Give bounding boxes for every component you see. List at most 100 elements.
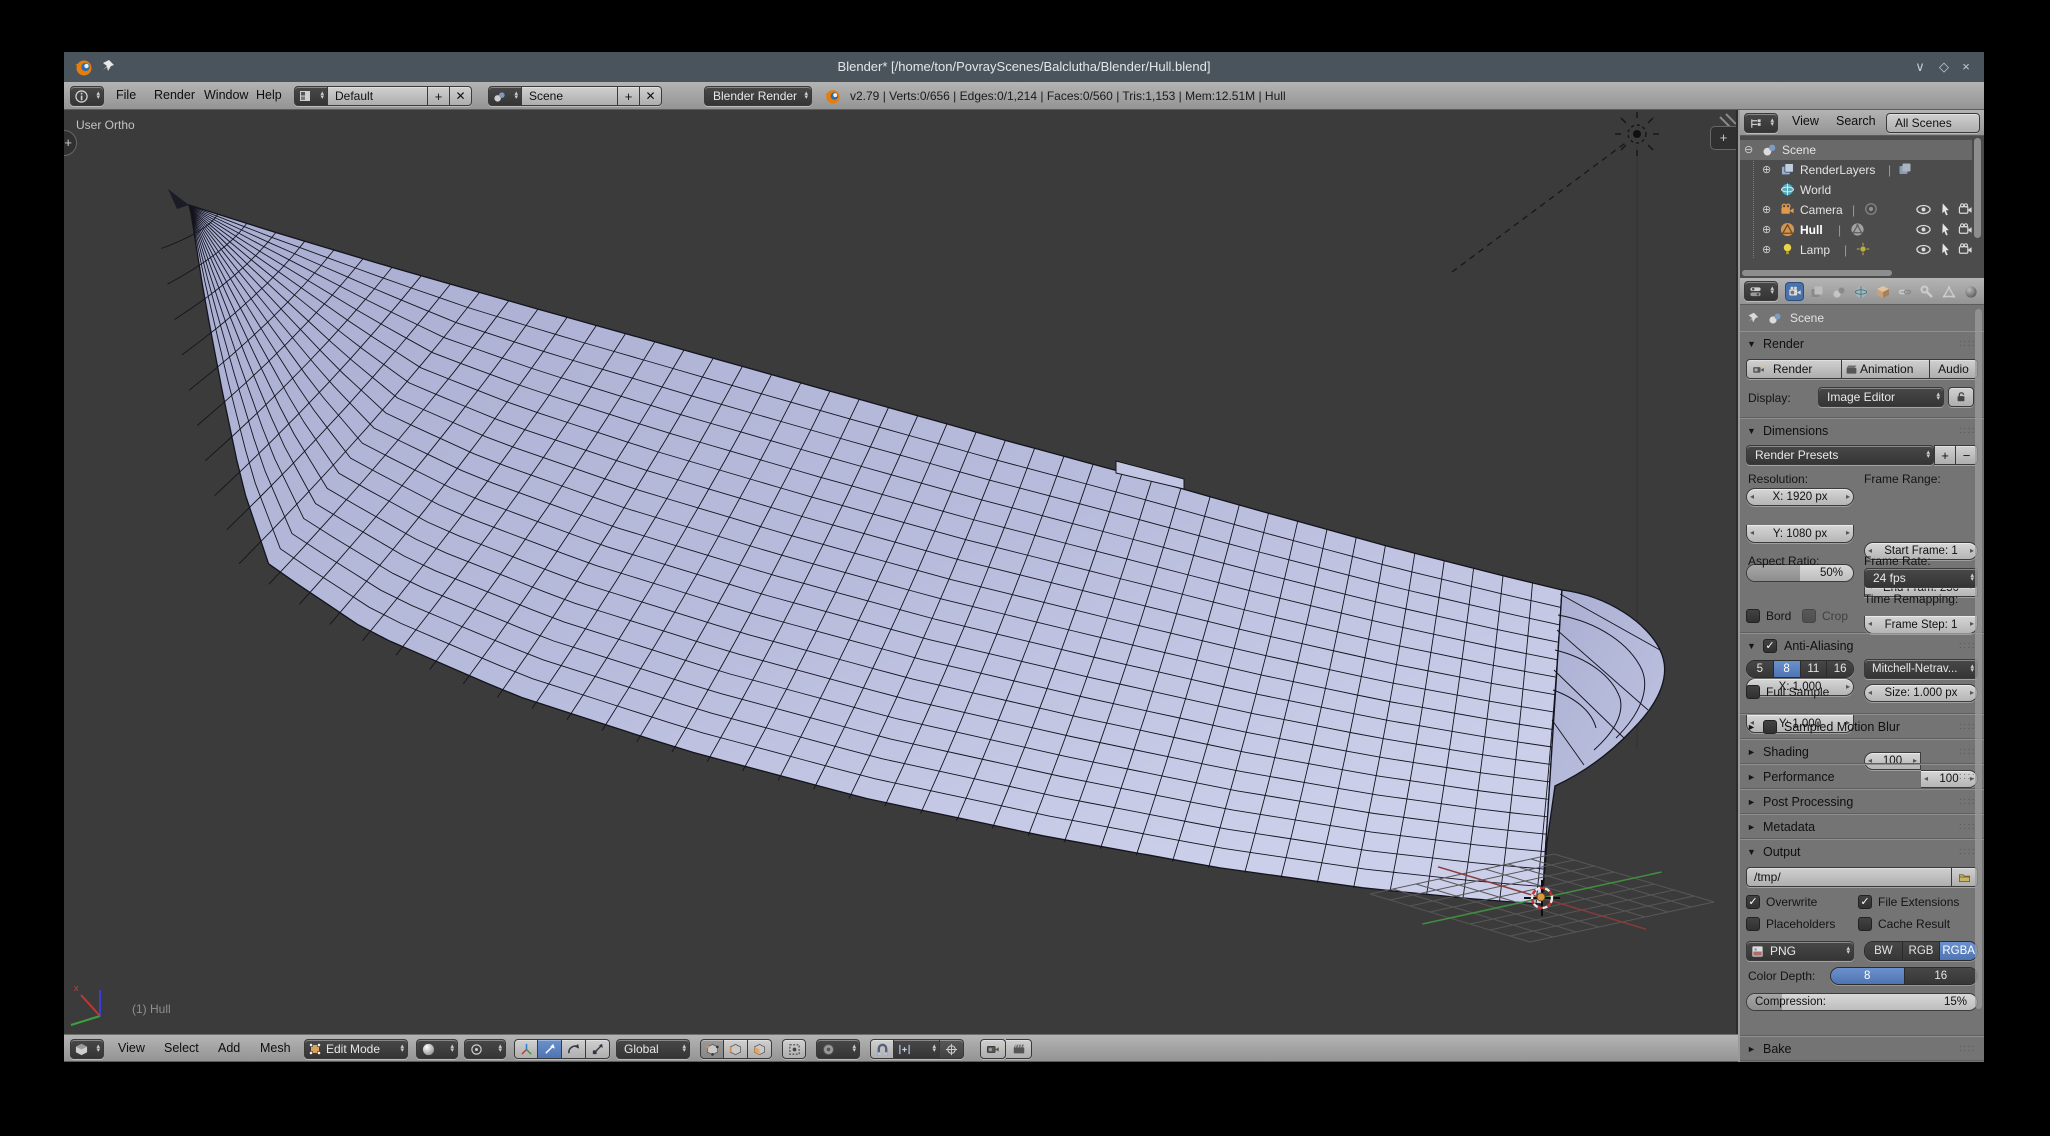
screen-layout-browse[interactable]: ▴▾ — [294, 86, 328, 106]
editor-type-selector[interactable]: ▴▾ — [1744, 281, 1778, 301]
panel-output-header[interactable]: ▼ Output ········ — [1740, 840, 1984, 863]
outliner-menu-search[interactable]: Search — [1832, 109, 1880, 136]
menu-file[interactable]: File — [112, 82, 140, 109]
panel-shading-header[interactable]: ► Shading ········ — [1740, 740, 1984, 763]
aa-size-field[interactable]: ◂Size: 1.000 px▸ — [1864, 684, 1978, 702]
panel-grip-icon[interactable]: ········ — [1959, 748, 1976, 756]
scene-browse[interactable]: ▴▾ — [488, 86, 522, 106]
panel-bake-header[interactable]: ► Bake ········ — [1740, 1037, 1984, 1060]
panel-grip-icon[interactable]: ········ — [1959, 340, 1976, 348]
proportional-edit-select[interactable]: ▴▾ — [816, 1039, 860, 1059]
render-engine-select[interactable]: Blender Render ▴▾ — [704, 86, 812, 106]
aa-filter-select[interactable]: Mitchell-Netrav... ▴▾ — [1864, 659, 1978, 679]
color-depth-8[interactable]: 8 — [1831, 968, 1905, 984]
aa-samples-16[interactable]: 16 — [1827, 661, 1853, 677]
compression-slider[interactable]: Compression: 15% — [1746, 993, 1978, 1011]
tab-constraints[interactable] — [1896, 283, 1913, 300]
expand-icon[interactable]: ⊕ — [1762, 203, 1771, 216]
selectable-icon[interactable] — [1938, 222, 1953, 237]
delete-scene-button[interactable]: ✕ — [640, 86, 662, 106]
maximize-button[interactable]: ◇ — [1932, 52, 1956, 82]
panel-dimensions-header[interactable]: ▼ Dimensions ········ — [1740, 419, 1984, 442]
expand-icon[interactable]: ⊕ — [1762, 243, 1771, 256]
crop-checkbox[interactable]: Crop — [1802, 609, 1848, 623]
render-still-opengl-button[interactable] — [980, 1039, 1006, 1059]
expand-icon[interactable]: ⊕ — [1762, 223, 1771, 236]
delete-layout-button[interactable]: ✕ — [450, 86, 472, 106]
snap-target-button[interactable] — [940, 1039, 964, 1059]
panel-grip-icon[interactable]: ········ — [1959, 798, 1976, 806]
snap-element-select[interactable]: ▴▾ — [894, 1039, 940, 1059]
menu-add[interactable]: Add — [214, 1035, 244, 1062]
outliner-row-camera[interactable]: ⊕ Camera | — [1740, 200, 1972, 220]
outliner-vscrollbar[interactable] — [1974, 138, 1981, 238]
outliner-row-world[interactable]: World — [1740, 180, 1972, 200]
scale-manipulator-button[interactable] — [586, 1039, 610, 1059]
limit-selection-visible-button[interactable] — [782, 1039, 806, 1059]
file-extensions-checkbox[interactable]: ✓ File Extensions — [1858, 895, 1959, 909]
menu-select[interactable]: Select — [160, 1035, 203, 1062]
tab-modifiers[interactable] — [1918, 283, 1935, 300]
vertex-select-button[interactable] — [700, 1039, 724, 1059]
color-depth-16[interactable]: 16 — [1905, 968, 1978, 984]
display-lock-button[interactable] — [1948, 387, 1974, 407]
render-animation-button[interactable]: Animation — [1842, 359, 1930, 379]
menu-window[interactable]: Window — [200, 82, 252, 109]
menu-view[interactable]: View — [114, 1035, 149, 1062]
outliner-row-lamp[interactable]: ⊕ Lamp | — [1740, 240, 1972, 260]
cache-result-checkbox[interactable]: Cache Result — [1858, 917, 1950, 931]
resolution-y-field[interactable]: ◂Y: 1080 px▸ — [1746, 525, 1854, 543]
selectable-icon[interactable] — [1938, 242, 1953, 257]
output-path-field[interactable]: /tmp/ — [1746, 867, 1952, 887]
menu-help[interactable]: Help — [252, 82, 286, 109]
face-select-button[interactable] — [748, 1039, 772, 1059]
border-checkbox[interactable]: Bord — [1746, 609, 1791, 623]
add-preset-button[interactable]: + — [1934, 445, 1956, 465]
outliner-row-scene[interactable]: ⊖ Scene — [1740, 140, 1972, 160]
scene-name-field[interactable]: Scene — [522, 86, 618, 106]
panel-post-processing-header[interactable]: ► Post Processing ········ — [1740, 790, 1984, 813]
expand-icon[interactable]: ⊕ — [1762, 163, 1771, 176]
collapse-icon[interactable]: ⊖ — [1744, 143, 1753, 156]
viewport-shading-select[interactable]: ▴▾ — [416, 1039, 458, 1059]
tab-render-layers[interactable] — [1808, 283, 1825, 300]
render-restrict-icon[interactable] — [1958, 202, 1973, 217]
properties-region-expand-tab[interactable]: + — [1710, 126, 1736, 150]
panel-grip-icon[interactable]: ········ — [1959, 848, 1976, 856]
editor-type-selector[interactable]: ▴▾ — [70, 86, 104, 106]
add-layout-button[interactable]: + — [428, 86, 450, 106]
outliner-filter-select[interactable]: All Scenes — [1886, 113, 1980, 133]
panel-grip-icon[interactable]: ········ — [1959, 427, 1976, 435]
pin-icon[interactable] — [100, 58, 116, 74]
properties-vscrollbar[interactable] — [1975, 309, 1982, 1009]
tab-object-data[interactable] — [1940, 283, 1957, 300]
panel-grip-icon[interactable]: ········ — [1959, 823, 1976, 831]
outliner-row-hull[interactable]: ⊕ Hull | — [1740, 220, 1972, 240]
panel-grip-icon[interactable]: ········ — [1959, 773, 1976, 781]
panel-anti-aliasing-header[interactable]: ▼ ✓ Anti-Aliasing ········ — [1740, 634, 1984, 657]
translate-manipulator-button[interactable] — [538, 1039, 562, 1059]
close-button[interactable]: × — [1954, 52, 1978, 82]
edge-select-button[interactable] — [724, 1039, 748, 1059]
render-restrict-icon[interactable] — [1958, 242, 1973, 257]
viewport-3d[interactable]: x User Ortho (1) Hull + + — [64, 110, 1738, 1034]
selectable-icon[interactable] — [1938, 202, 1953, 217]
render-button[interactable]: Render — [1746, 359, 1842, 379]
tab-scene[interactable] — [1830, 283, 1847, 300]
menu-render[interactable]: Render — [150, 82, 199, 109]
minimize-button[interactable]: ∨ — [1908, 52, 1932, 82]
tab-world[interactable] — [1852, 283, 1869, 300]
frame-step-field[interactable]: ◂Frame Step: 1▸ — [1864, 616, 1978, 634]
editor-type-selector[interactable]: ▴▾ — [70, 1039, 104, 1059]
tab-material[interactable] — [1962, 283, 1979, 300]
tab-render[interactable] — [1786, 283, 1803, 300]
transform-orientation-select[interactable]: Global ▴▾ — [616, 1039, 690, 1059]
screen-layout-field[interactable]: Default — [328, 86, 428, 106]
smb-checkbox[interactable] — [1763, 720, 1777, 734]
editor-type-selector[interactable]: ▴▾ — [1744, 113, 1778, 133]
frame-rate-select[interactable]: 24 fps ▴▾ — [1864, 568, 1978, 588]
aa-samples-11[interactable]: 11 — [1801, 661, 1828, 677]
panel-smb-header[interactable]: ► Sampled Motion Blur ········ — [1740, 715, 1984, 738]
overwrite-checkbox[interactable]: ✓ Overwrite — [1746, 895, 1817, 909]
pin-icon[interactable] — [1746, 311, 1760, 325]
